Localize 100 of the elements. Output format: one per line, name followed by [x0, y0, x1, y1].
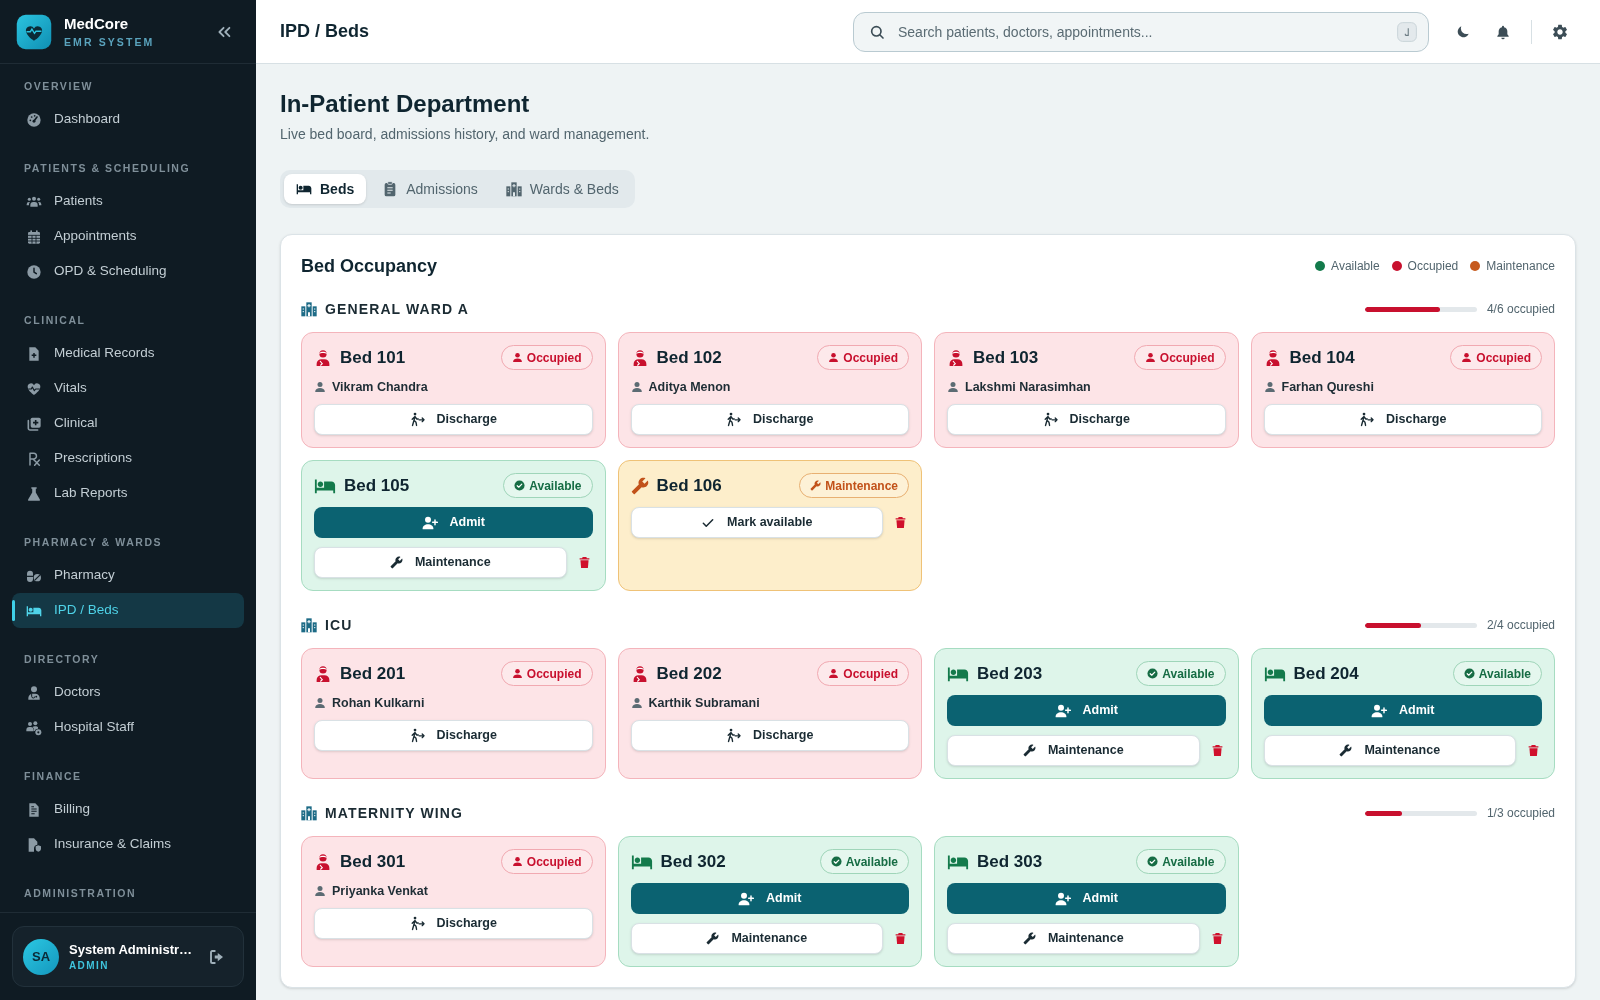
admit-button[interactable]: Admit	[947, 883, 1226, 914]
person-icon	[630, 697, 643, 709]
bandaged-person-icon	[314, 664, 332, 683]
clock-icon	[26, 263, 42, 280]
maintenance-button[interactable]: Maintenance	[314, 547, 567, 578]
person-icon	[630, 381, 643, 393]
nav-item[interactable]: Billing	[12, 792, 244, 827]
patient-name: Rohan Kulkarni	[332, 694, 425, 712]
person-icon	[1461, 352, 1473, 363]
nav-item[interactable]: Hospital Staff	[12, 710, 244, 745]
admit-button[interactable]: Admit	[314, 507, 593, 538]
nav-item[interactable]: Doctors	[12, 675, 244, 710]
status-text: Available	[529, 477, 582, 495]
nav-item[interactable]: Appointments	[12, 219, 244, 254]
occupancy-text: 1/3 occupied	[1486, 805, 1555, 822]
check-circle-icon	[1463, 668, 1475, 679]
tab[interactable]: Wards & Beds	[493, 174, 631, 204]
status-text: Occupied	[526, 665, 582, 683]
wrench-icon	[810, 480, 822, 491]
nav-item[interactable]: IPD / Beds	[12, 593, 244, 628]
user-avatar: SA	[23, 938, 59, 975]
trash-icon	[1210, 932, 1224, 945]
discharge-button[interactable]: Discharge	[1263, 404, 1542, 435]
hospital-buildings-icon	[505, 181, 522, 197]
wrench-icon	[1022, 932, 1036, 945]
discharge-button[interactable]: Discharge	[314, 720, 593, 751]
nav-item[interactable]: Insurance & Claims	[12, 827, 244, 862]
maintenance-button[interactable]: Maintenance	[947, 923, 1200, 954]
bed-name: Bed 106	[656, 474, 722, 497]
maintenance-button[interactable]: Maintenance	[947, 735, 1200, 766]
walking-person-arrow-icon	[409, 412, 425, 427]
brand-name: MedCore	[64, 13, 130, 34]
nav-item[interactable]: Vitals	[12, 371, 244, 406]
person-icon	[314, 381, 326, 393]
nav-item[interactable]: Clinical	[12, 406, 244, 441]
bed-name: Bed 105	[344, 474, 410, 497]
tab[interactable]: Beds	[284, 174, 367, 204]
nav-item[interactable]: Lab Reports	[12, 476, 244, 511]
discharge-button[interactable]: Discharge	[630, 404, 909, 435]
wrench-icon	[706, 932, 720, 945]
nav-item[interactable]: Medical Records	[12, 336, 244, 371]
mark-available-button[interactable]: Mark available	[630, 507, 883, 538]
admit-button[interactable]: Admit	[947, 695, 1226, 726]
section-heading: FINANCE	[23, 769, 83, 784]
wrench-icon	[1022, 744, 1036, 757]
walking-person-arrow-icon	[1359, 412, 1374, 427]
person-plus-icon	[1054, 702, 1071, 719]
status-text: Occupied	[1476, 349, 1531, 367]
patient-name: Farhan Qureshi	[1281, 378, 1374, 396]
search-field[interactable]: Search patients, doctors, appointments...	[853, 11, 1429, 52]
status-text: Occupied	[843, 349, 898, 367]
ward-name: MATERNITY WING	[325, 803, 464, 823]
bed-name: Bed 301	[340, 850, 406, 873]
status-text: Available	[845, 853, 898, 871]
nav-item[interactable]: Prescriptions	[12, 441, 244, 476]
nav-item[interactable]: Dashboard	[12, 102, 244, 137]
trash-icon	[1210, 744, 1224, 757]
person-plus-icon	[738, 890, 755, 907]
tab[interactable]: Admissions	[370, 174, 490, 204]
admit-button[interactable]: Admit	[1263, 695, 1542, 726]
user-role: ADMIN	[69, 958, 110, 973]
bed-name: Bed 103	[973, 346, 1039, 369]
bandaged-person-icon	[947, 348, 965, 367]
keyboard-key-icon	[1397, 21, 1417, 42]
section-heading: PATIENTS & SCHEDULING	[23, 161, 192, 176]
check-circle-icon	[1147, 856, 1159, 867]
walking-person-arrow-icon	[726, 412, 741, 427]
person-plus-icon	[1371, 702, 1388, 719]
person-icon	[511, 668, 523, 679]
bell-icon	[1495, 23, 1511, 40]
bed-name: Bed 303	[977, 850, 1043, 873]
medical-notes-icon	[26, 415, 42, 432]
prescription-icon	[26, 450, 42, 467]
shield-document-icon	[26, 836, 42, 853]
nav-item[interactable]: Pharmacy	[12, 558, 244, 593]
nav-item[interactable]: Patients	[12, 184, 244, 219]
calendar-icon	[26, 228, 42, 245]
discharge-button[interactable]: Discharge	[314, 908, 593, 939]
person-icon	[511, 352, 523, 363]
status-text: Occupied	[526, 853, 582, 871]
patient-name: Vikram Chandra	[332, 378, 428, 396]
trash-icon	[894, 932, 907, 945]
trash-icon	[894, 516, 907, 529]
walking-person-arrow-icon	[409, 728, 425, 743]
section-heading: CLINICAL	[23, 313, 87, 328]
maintenance-button[interactable]: Maintenance	[630, 923, 883, 954]
discharge-button[interactable]: Discharge	[947, 404, 1226, 435]
panel-title: Bed Occupancy	[301, 254, 438, 278]
admit-button[interactable]: Admit	[630, 883, 909, 914]
document-icon	[26, 801, 42, 818]
discharge-button[interactable]: Discharge	[630, 720, 909, 751]
wrench-icon	[1339, 744, 1353, 757]
section-heading: PHARMACY & WARDS	[23, 535, 164, 550]
maintenance-button[interactable]: Maintenance	[1263, 735, 1516, 766]
gauge-icon	[26, 111, 42, 128]
nav-item[interactable]: OPD & Scheduling	[12, 254, 244, 289]
search-icon	[869, 23, 885, 40]
discharge-button[interactable]: Discharge	[314, 404, 593, 435]
medical-file-icon	[26, 345, 42, 362]
settings-icon	[1551, 22, 1569, 41]
